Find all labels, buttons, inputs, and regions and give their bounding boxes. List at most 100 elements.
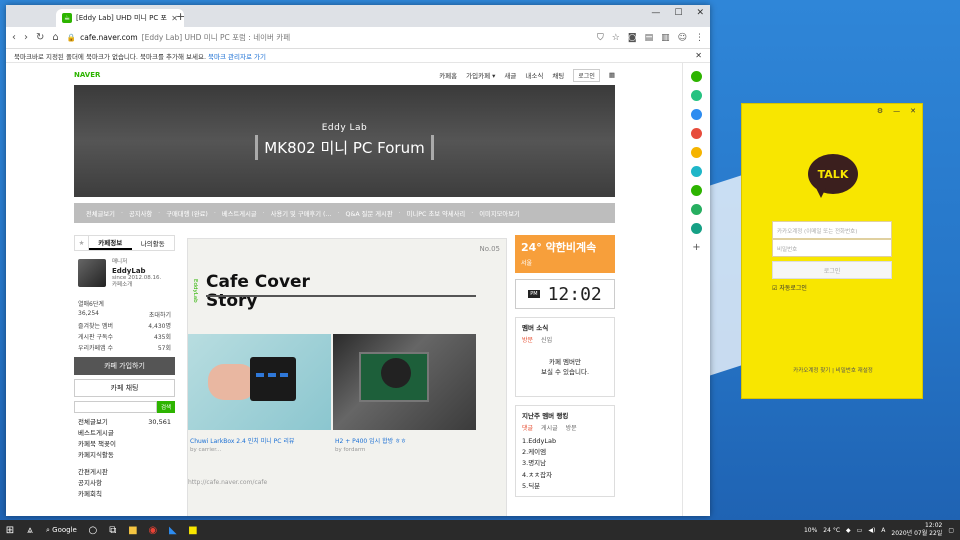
cafe-menu-item[interactable]: 베스트게시글 [222,209,257,218]
post-image-larkbox[interactable] [188,334,331,430]
close-icon[interactable]: ✕ [910,107,916,115]
cortana-icon[interactable]: ○ [83,520,103,540]
star-icon[interactable]: ☆ [612,33,620,43]
tab-posts[interactable]: 게시글 [541,423,558,432]
sidebar-app-icon[interactable] [691,71,702,82]
minimize-icon[interactable]: — [893,107,900,115]
ranking-item[interactable]: 4.ㅊㅊ잡자 [522,470,608,481]
url-field[interactable]: 🔒 cafe.naver.com [Eddy Lab] UHD 미니 PC 포럼… [67,32,589,43]
cafe-menu-item[interactable]: 이미지모아보기 [479,209,520,218]
task-view-icon[interactable]: ⧉ [103,520,123,540]
chrome-icon[interactable]: ◉ [143,520,163,540]
close-window-icon[interactable]: ✕ [696,8,704,18]
cafe-name[interactable]: EddyLab [112,267,161,275]
shield-icon[interactable]: ⛉ [597,33,604,43]
sidebar-app-icon[interactable] [691,204,702,215]
login-button[interactable]: 로그인 [573,68,600,82]
tab-visit[interactable]: 방문 [522,335,533,344]
kakao-footer-links[interactable]: 카카오계정 찾기 | 비밀번호 재설정 [742,366,924,374]
board-item[interactable]: 공지사항 [74,478,175,489]
top-menu-cafe-home[interactable]: 카페홈 [439,70,457,80]
sidebar-app-icon[interactable] [691,147,702,158]
weather-temp-tray[interactable]: 24 °C [823,527,840,534]
ranking-item[interactable]: 2.케이엠 [522,447,608,458]
post-image-pc-build[interactable] [333,334,476,430]
naver-logo[interactable]: NAVER [74,71,100,79]
reload-icon[interactable]: ↻ [36,32,44,43]
sidebar-app-icon[interactable] [691,166,702,177]
invite-link[interactable]: 초대하기 [149,310,171,319]
reader-icon[interactable]: ▤ [645,33,654,43]
weather-widget[interactable]: 24° 약한비계속 서울 [515,235,615,273]
join-cafe-button[interactable]: 카페 가입하기 [74,357,175,376]
kakao-password-field[interactable]: 비밀번호 [772,239,892,257]
tab-new[interactable]: 신입 [541,335,552,344]
sidebar-app-icon[interactable] [691,90,702,101]
ime-icon[interactable]: ⩓ [20,520,40,540]
minimize-icon[interactable]: — [651,8,660,18]
volume-icon[interactable]: ◀) [868,527,875,534]
cafe-chat-button[interactable]: 카페 채팅 [74,379,175,398]
kakao-login-button[interactable]: 로그인 [772,261,892,279]
notification-icon[interactable]: ◆ [846,527,851,534]
profile-icon[interactable]: ☺ [678,33,687,43]
forward-icon[interactable]: › [24,32,28,43]
top-menu-chat[interactable]: 채팅 [552,70,564,80]
cafe-menu-item[interactable]: 구매대행 (완료) [166,209,208,218]
apps-grid-icon[interactable]: ▦ [609,71,615,79]
kakao-id-field[interactable]: 카카오계정 (이메일 또는 전화번호) [772,221,892,239]
sidebar-icon[interactable]: ▥ [661,33,670,43]
top-menu-new-posts[interactable]: 새글 [504,70,516,80]
file-explorer-icon[interactable]: ■ [123,520,143,540]
cafe-menu-item[interactable]: 공지사항 [129,209,152,218]
action-center-icon[interactable]: ▢ [948,527,954,534]
tab-cafe-info[interactable]: 카페정보 [89,236,132,250]
cover-url[interactable]: http://cafe.naver.com/cafe [188,479,267,486]
new-tab-button[interactable]: + [176,10,185,23]
ranking-item[interactable]: 3.명지남 [522,458,608,469]
sidebar-app-icon[interactable] [691,109,702,120]
tab-my-activity[interactable]: 나의활동 [132,236,175,250]
board-item[interactable]: 전체글보기 30,561 [74,417,175,428]
board-item[interactable]: 카페회칙 [74,489,175,500]
post2-title[interactable]: H2 + P400 임시 합방 ㅎㅎ [335,436,406,445]
back-icon[interactable]: ‹ [12,32,16,43]
language-indicator[interactable]: A [881,527,885,534]
cafe-search-button[interactable]: 검색 [157,401,175,414]
board-item[interactable]: 간편게시판 [74,467,175,478]
kakao-autologin-checkbox[interactable]: ☑ 자동로그인 [772,283,807,292]
gear-icon[interactable]: ⚙ [877,107,883,115]
top-menu-my-news[interactable]: 내소식 [525,70,543,80]
favorite-star-icon[interactable]: ★ [75,236,89,250]
maximize-icon[interactable]: ☐ [674,8,682,18]
cafe-menu-item[interactable]: 미니PC 초보 약세사리 [407,209,466,218]
tab-visits[interactable]: 방문 [566,423,577,432]
home-icon[interactable]: ⌂ [52,32,58,43]
ranking-item[interactable]: 5.딕분 [522,481,608,492]
menu-icon[interactable]: ⋮ [695,33,704,43]
cafe-search-input[interactable] [74,401,157,414]
cafe-menu-item[interactable]: 사용기 및 구매후기 (... [271,209,332,218]
bookmark-manager-link[interactable]: 북마크 관리자로 가기 [208,51,266,61]
cafe-menu-item[interactable]: Q&A 질문 게시판 [346,209,393,218]
sidebar-app-icon[interactable] [691,128,702,139]
taskbar-search[interactable]: ⌕ Google [40,526,83,535]
start-windows-icon[interactable]: ⊞ [0,520,20,540]
cafe-intro-link[interactable]: 카페소개 [112,282,161,290]
naver-whale-icon[interactable]: ◣ [163,520,183,540]
taskbar-clock[interactable]: 12:02 2020년 07월 22일 [891,522,942,538]
board-item[interactable]: 카페지식활동 [74,450,175,461]
sidebar-app-icon[interactable] [691,185,702,196]
cafe-menu-item[interactable]: 전체글보기 [86,209,115,218]
kakaotalk-icon[interactable]: ■ [183,520,203,540]
ranking-item[interactable]: 1.EddyLab [522,436,608,447]
add-sidebar-app-icon[interactable]: + [692,242,700,253]
post1-title[interactable]: Chuwi LarkBox 2.4 인치 미니 PC 리뷰 [190,436,294,445]
board-item[interactable]: 베스트게시글 [74,428,175,439]
camera-icon[interactable]: ◙ [628,33,637,43]
battery-level[interactable]: 10% [804,527,817,534]
sidebar-app-icon[interactable] [691,223,702,234]
cafe-avatar[interactable] [78,259,106,287]
tab-comments[interactable]: 댓글 [522,423,533,432]
top-menu-joined-cafes[interactable]: 가입카페 ▾ [466,70,495,80]
